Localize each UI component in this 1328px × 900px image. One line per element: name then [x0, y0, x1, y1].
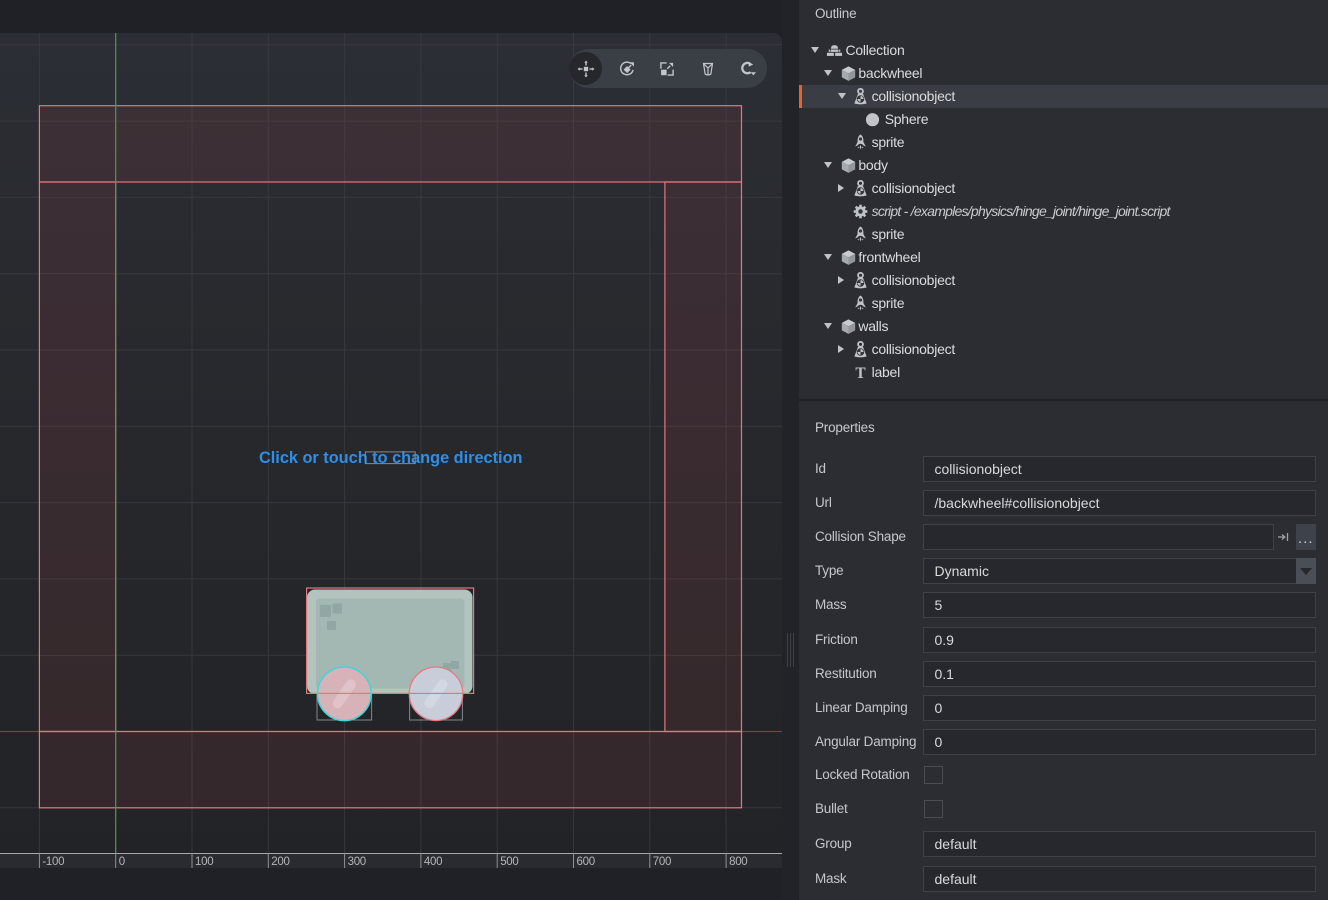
svg-text:600: 600: [577, 856, 595, 868]
svg-text:700: 700: [653, 856, 671, 868]
svg-text:0: 0: [119, 856, 125, 868]
svg-text:-100: -100: [42, 856, 64, 868]
svg-text:500: 500: [500, 856, 518, 868]
svg-text:800: 800: [729, 856, 747, 868]
svg-text:Click or touch to change direc: Click or touch to change direction: [259, 448, 523, 467]
svg-text:300: 300: [348, 856, 366, 868]
svg-text:400: 400: [424, 856, 442, 868]
svg-text:100: 100: [195, 856, 213, 868]
svg-text:200: 200: [271, 856, 289, 868]
